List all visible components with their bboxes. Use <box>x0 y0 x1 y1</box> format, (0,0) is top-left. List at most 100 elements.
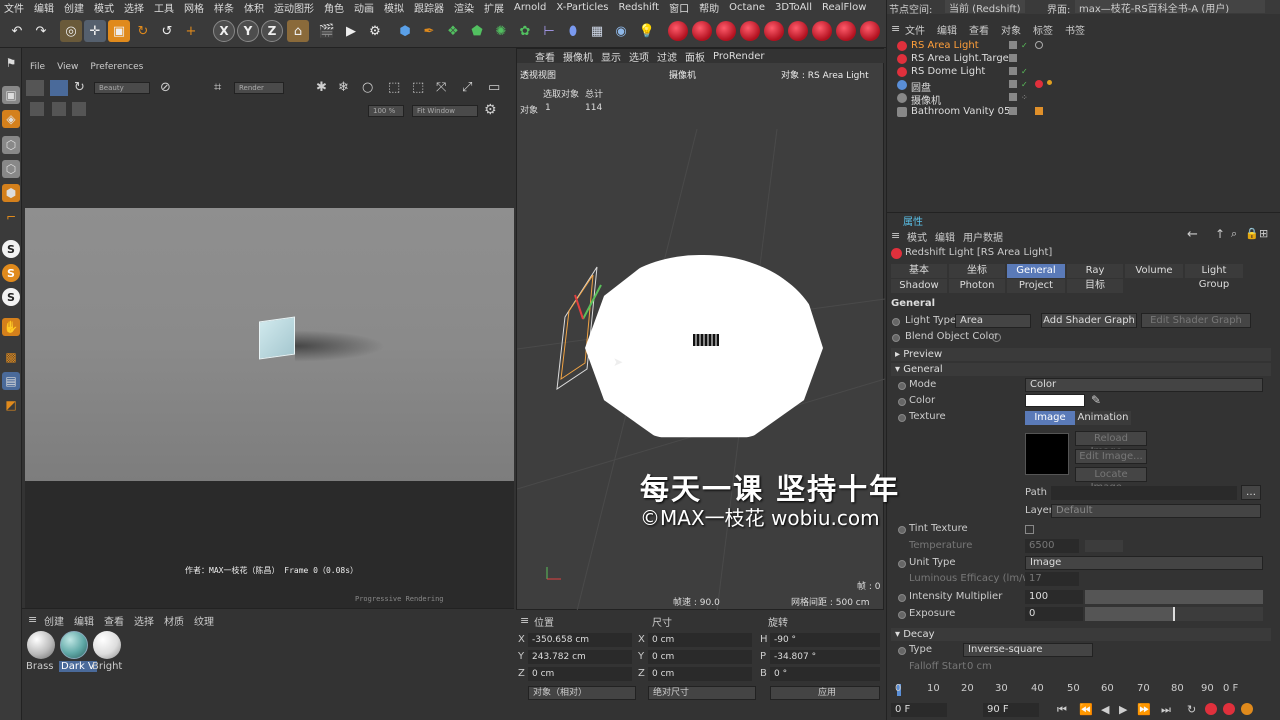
menu-item[interactable]: 帮助 <box>699 0 719 15</box>
tab-general[interactable]: General <box>1007 264 1065 278</box>
object-row-rs-area-light-target[interactable]: RS Area Light.Target <box>887 53 1267 66</box>
object-row-camera[interactable]: 摄像机 ⁘ <box>887 92 1267 107</box>
layer-select[interactable]: Default <box>1051 504 1261 518</box>
animation-dot-icon[interactable] <box>898 611 906 619</box>
mat-menu-texture[interactable]: 纹理 <box>194 613 214 628</box>
exposure-field[interactable]: 0 <box>1025 607 1083 621</box>
redo-icon[interactable]: ↷ <box>30 20 52 42</box>
rs-sphere-icon[interactable] <box>668 21 688 41</box>
layer-toggle-icon[interactable] <box>1009 107 1017 115</box>
rot-b-field[interactable]: 0 ° <box>770 667 880 681</box>
scale-icon[interactable]: ▣ <box>108 20 130 42</box>
go-end-icon[interactable]: ⏭ <box>1161 703 1171 717</box>
render-start-icon[interactable] <box>50 80 68 96</box>
search-icon[interactable]: ⌕ <box>1231 227 1237 241</box>
object-row-rs-dome-light[interactable]: RS Dome Light ✓ <box>887 66 1267 79</box>
extrude-icon[interactable]: ⬟ <box>466 20 488 42</box>
layer-toggle-icon[interactable] <box>1009 67 1017 75</box>
menu-item[interactable]: X-Particles <box>556 2 608 13</box>
panel-menu-icon[interactable]: ≡ <box>28 613 37 626</box>
back-arrow-icon[interactable]: ← <box>1187 227 1198 242</box>
intensity-slider[interactable] <box>1085 590 1263 604</box>
material-tag-icon[interactable] <box>1047 80 1052 85</box>
tab-ray[interactable]: Ray <box>1067 264 1123 278</box>
am-menu-userdata[interactable]: 用户数据 <box>963 229 1003 244</box>
model-mode-icon[interactable]: ▣ <box>2 86 20 104</box>
menu-item[interactable]: 扩展 <box>484 0 504 15</box>
rs-spot-light-icon[interactable] <box>788 21 808 41</box>
falloff-start-value[interactable]: 0 cm <box>967 661 992 672</box>
size-y-field[interactable]: 0 cm <box>648 650 752 664</box>
expand-icon[interactable]: ⤧ <box>436 80 446 95</box>
decay-section-header[interactable]: ▾ Decay <box>891 628 1271 641</box>
pen-icon[interactable]: ✒ <box>418 20 440 42</box>
rs-object-tag-icon[interactable] <box>1035 80 1043 88</box>
apply-button[interactable]: 应用 <box>770 686 880 700</box>
menu-item[interactable]: Arnold <box>514 2 546 13</box>
path-field[interactable] <box>1051 486 1237 500</box>
prev-frame-icon[interactable]: ◀ <box>1101 703 1109 716</box>
menu-item[interactable]: 角色 <box>324 0 344 15</box>
menu-item[interactable]: 运动图形 <box>274 0 314 15</box>
history-icon[interactable] <box>30 102 44 116</box>
rs-render-view-icon[interactable] <box>860 21 880 41</box>
tab-image[interactable]: Image <box>1025 411 1075 425</box>
compare-icon[interactable]: ▭ <box>488 80 500 95</box>
rotate-icon[interactable]: ↻ <box>132 20 154 42</box>
general-section-header[interactable]: ▾ General <box>891 363 1271 376</box>
temperature-field[interactable]: 6500 <box>1025 539 1079 553</box>
enabled-check-icon[interactable]: ✓ <box>1021 80 1029 89</box>
animation-dot-icon[interactable] <box>898 526 906 534</box>
menu-item[interactable]: 动画 <box>354 0 374 15</box>
mode-select[interactable]: Color <box>1025 378 1263 392</box>
x-axis-lock-button[interactable]: X <box>213 20 235 42</box>
om-menu-tags[interactable]: 标签 <box>1033 22 1053 37</box>
aov-select[interactable]: Beauty <box>94 82 150 94</box>
menu-item[interactable]: Octane <box>729 2 765 13</box>
copy-icon[interactable] <box>72 102 86 116</box>
lock-workplane-icon[interactable]: ▤ <box>2 372 20 390</box>
deformer-icon[interactable]: ⊢ <box>538 20 560 42</box>
animation-dot-icon[interactable] <box>898 398 906 406</box>
temperature-slider[interactable] <box>1085 540 1123 552</box>
loop-icon[interactable]: ↻ <box>1187 703 1196 716</box>
go-start-icon[interactable]: ⏮ <box>1057 703 1067 717</box>
make-editable-icon[interactable]: ⚑ <box>2 54 20 72</box>
render-settings-icon[interactable]: ⚙ <box>364 20 386 42</box>
object-row-rs-area-light[interactable]: RS Area Light ✓ <box>887 40 1267 53</box>
play-icon[interactable]: ▶ <box>1119 703 1127 716</box>
add-shader-graph-button[interactable]: Add Shader Graph <box>1041 313 1137 328</box>
freeze-icon[interactable]: ✱ <box>316 80 327 95</box>
stop-icon[interactable]: ⊘ <box>160 80 171 95</box>
cloner-icon[interactable]: ✺ <box>490 20 512 42</box>
render-region-icon[interactable]: 🎬 <box>316 20 338 42</box>
layer-toggle-icon[interactable] <box>1009 54 1017 62</box>
om-menu-file[interactable]: 文件 <box>905 22 925 37</box>
layer-toggle-icon[interactable] <box>1009 93 1017 101</box>
color-swatch[interactable] <box>1025 394 1085 407</box>
menu-item[interactable]: 创建 <box>64 0 84 15</box>
light-type-select[interactable]: Area <box>955 314 1031 328</box>
axis-icon[interactable]: ⌐ <box>2 208 20 226</box>
texture-preview[interactable] <box>1025 433 1069 475</box>
protection-tag-icon[interactable]: ⁘ <box>1021 93 1029 102</box>
animation-dot-icon[interactable] <box>898 594 906 602</box>
render-mode-select[interactable]: Render <box>234 82 284 94</box>
live-selection-icon[interactable]: ◎ <box>60 20 82 42</box>
floor-icon[interactable]: ▦ <box>586 20 608 42</box>
rs-light-icon[interactable] <box>716 21 736 41</box>
add-tool-icon[interactable]: + <box>180 20 202 42</box>
animation-dot-icon[interactable] <box>898 414 906 422</box>
render-image[interactable] <box>25 208 514 481</box>
menu-item[interactable]: 选择 <box>124 0 144 15</box>
undo-icon[interactable]: ↶ <box>6 20 28 42</box>
render-menu-file[interactable]: File <box>30 62 45 72</box>
end-frame-field[interactable]: 90 F <box>983 703 1039 717</box>
object-row-bathroom-vanity[interactable]: Bathroom Vanity 05 <box>887 106 1267 119</box>
menu-item[interactable]: 网格 <box>184 0 204 15</box>
material-ball-dark[interactable] <box>60 631 88 659</box>
mat-menu-select[interactable]: 选择 <box>134 613 154 628</box>
y-axis-lock-button[interactable]: Y <box>237 20 259 42</box>
record-icon[interactable] <box>1205 703 1217 715</box>
tab-project[interactable]: Project <box>1007 279 1065 293</box>
